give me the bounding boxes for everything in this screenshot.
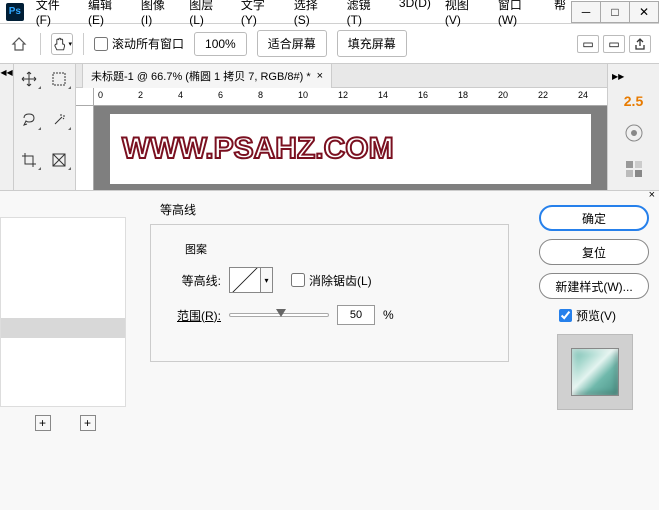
menu-view[interactable]: 视图(V) — [439, 0, 490, 30]
ok-button[interactable]: 确定 — [539, 205, 649, 231]
menu-image[interactable]: 图像(I) — [135, 0, 181, 30]
document-tab[interactable]: 未标题-1 @ 66.7% (椭圆 1 拷贝 7, RGB/8#) * × — [82, 63, 332, 88]
document-area: 未标题-1 @ 66.7% (椭圆 1 拷贝 7, RGB/8#) * × 0 … — [76, 64, 607, 190]
options-bar: ▾ 滚动所有窗口 100% 适合屏幕 填充屏幕 ▭ ▭ — [0, 24, 659, 64]
crop-tool[interactable] — [16, 149, 42, 171]
divider — [83, 33, 84, 55]
horizontal-ruler[interactable]: 0 2 4 6 8 10 12 14 16 18 20 22 24 — [94, 88, 607, 106]
swatches-panel-icon[interactable] — [622, 157, 646, 181]
contour-fieldset: 图案 等高线: ▾ 消除锯齿(L) 范围(R): — [150, 224, 509, 362]
minimize-button[interactable]: ─ — [571, 1, 601, 23]
section-title: 等高线 — [160, 201, 509, 218]
scroll-all-windows-checkbox[interactable]: 滚动所有窗口 — [94, 35, 184, 52]
antialias-label: 消除锯齿(L) — [309, 272, 372, 289]
canvas-text: WWW.PSAHZ.COM — [122, 132, 394, 166]
home-icon[interactable] — [8, 33, 30, 55]
hand-tool-preset[interactable]: ▾ — [51, 33, 73, 55]
contour-dropdown-icon[interactable]: ▾ — [261, 267, 273, 293]
style-settings-panel: 等高线 图案 等高线: ▾ 消除锯齿(L) 范围(R): — [130, 197, 529, 510]
menu-select[interactable]: 选择(S) — [288, 0, 339, 30]
close-tab-icon[interactable]: × — [317, 70, 323, 82]
window-controls: ─ □ ✕ — [572, 1, 659, 23]
fit-screen-button[interactable]: 适合屏幕 — [257, 30, 327, 57]
preview-label: 预览(V) — [576, 307, 616, 324]
workspace: ◀◀ 未标题-1 @ 66.7% (椭圆 1 拷贝 7, RGB/8#) * ×… — [0, 64, 659, 190]
add-style-button[interactable]: + — [35, 415, 51, 431]
layer-style-dialog: × + + 等高线 图案 等高线: ▾ — [0, 190, 659, 510]
slider-thumb-icon[interactable] — [276, 309, 286, 317]
canvas: WWW.PSAHZ.COM — [110, 114, 591, 184]
fieldset-legend: 图案 — [185, 241, 488, 257]
vertical-ruler[interactable] — [76, 106, 94, 190]
style-list[interactable] — [0, 217, 126, 407]
right-panel: ▶▶ 2.5 — [607, 64, 659, 190]
menu-type[interactable]: 文字(Y) — [235, 0, 286, 30]
ruler-origin[interactable] — [76, 88, 94, 106]
toolbox — [14, 64, 76, 190]
new-style-button[interactable]: 新建样式(W)... — [539, 273, 649, 299]
marquee-tool[interactable] — [46, 68, 72, 90]
style-list-selected[interactable] — [1, 318, 125, 338]
dock-option-icon[interactable]: ▭ — [577, 35, 599, 53]
document-tab-bar: 未标题-1 @ 66.7% (椭圆 1 拷贝 7, RGB/8#) * × — [76, 64, 607, 88]
brush-preset-icon[interactable] — [622, 121, 646, 145]
contour-picker[interactable] — [229, 267, 261, 293]
dock-option-icon[interactable]: ▭ — [603, 35, 625, 53]
style-preview — [557, 334, 633, 410]
menu-file[interactable]: 文件(F) — [30, 0, 80, 30]
zoom-level-button[interactable]: 100% — [194, 32, 247, 56]
antialias-checkbox[interactable]: 消除锯齿(L) — [291, 272, 372, 289]
main-menu: 文件(F) 编辑(E) 图像(I) 图层(L) 文字(Y) 选择(S) 滤镜(T… — [30, 0, 572, 30]
document-tab-title: 未标题-1 @ 66.7% (椭圆 1 拷贝 7, RGB/8#) * — [91, 68, 311, 84]
lasso-tool[interactable] — [16, 109, 42, 131]
preview-checkbox[interactable]: 预览(V) — [559, 307, 649, 324]
menu-help[interactable]: 帮 — [548, 0, 572, 30]
dialog-buttons-panel: 确定 复位 新建样式(W)... 预览(V) — [529, 197, 659, 510]
style-list-panel: + + — [0, 197, 130, 510]
dialog-close-icon[interactable]: × — [649, 189, 655, 201]
menu-edit[interactable]: 编辑(E) — [82, 0, 133, 30]
share-icon[interactable] — [629, 35, 651, 53]
range-unit: % — [383, 308, 394, 322]
menu-3d[interactable]: 3D(D) — [393, 0, 437, 30]
fill-screen-button[interactable]: 填充屏幕 — [337, 30, 407, 57]
range-input[interactable] — [337, 305, 375, 325]
contour-label: 等高线: — [171, 272, 221, 289]
style-preview-inner — [571, 348, 619, 396]
move-tool[interactable] — [16, 68, 42, 90]
panel-collapse-icon[interactable]: ▶▶ — [612, 72, 624, 81]
app-logo: Ps — [6, 3, 24, 21]
range-label: 范围(R): — [171, 307, 221, 324]
menu-filter[interactable]: 滤镜(T) — [341, 0, 391, 30]
titlebar: Ps 文件(F) 编辑(E) 图像(I) 图层(L) 文字(Y) 选择(S) 滤… — [0, 0, 659, 24]
divider — [40, 33, 41, 55]
maximize-button[interactable]: □ — [600, 1, 630, 23]
add-style-button[interactable]: + — [80, 415, 96, 431]
range-slider[interactable] — [229, 313, 329, 317]
close-button[interactable]: ✕ — [629, 1, 659, 23]
reset-button[interactable]: 复位 — [539, 239, 649, 265]
scroll-all-windows-label: 滚动所有窗口 — [112, 35, 184, 52]
frame-tool[interactable] — [46, 149, 72, 171]
canvas-viewport[interactable]: WWW.PSAHZ.COM — [94, 106, 607, 190]
magic-wand-tool[interactable] — [46, 109, 72, 131]
brush-size-value[interactable]: 2.5 — [624, 93, 643, 109]
menu-layer[interactable]: 图层(L) — [183, 0, 233, 30]
toolbox-collapse[interactable]: ◀◀ — [0, 64, 14, 190]
menu-window[interactable]: 窗口(W) — [492, 0, 546, 30]
